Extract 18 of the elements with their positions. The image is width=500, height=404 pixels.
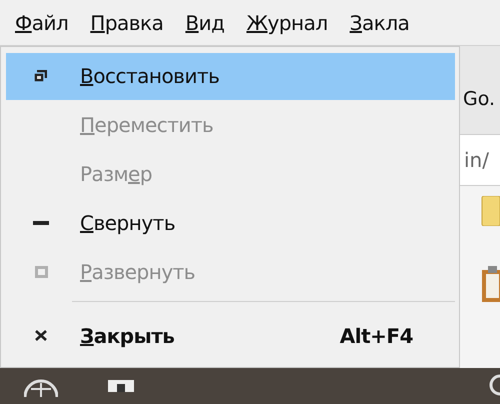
shortcut-text: Alt+F4	[340, 324, 413, 348]
menu-item[interactable]: Вид	[185, 10, 224, 34]
folder-icon	[480, 196, 500, 226]
close-icon	[35, 330, 47, 342]
window-icon[interactable]	[108, 380, 134, 392]
clipboard-icon	[480, 266, 500, 302]
menu-item[interactable]: Свернуть	[6, 200, 455, 246]
go-button[interactable]: Go.	[460, 88, 500, 134]
menu-item[interactable]: Закла	[350, 10, 410, 34]
menu-item[interactable]: Восстановить	[6, 53, 455, 100]
minimize-icon	[33, 220, 49, 225]
address-field[interactable]: in/	[460, 134, 500, 186]
menu-item[interactable]: Закрыть Alt+F4	[6, 312, 455, 360]
maximize-icon	[34, 266, 48, 278]
menu-item[interactable]: Журнал	[246, 10, 328, 34]
menu-item[interactable]: Правка	[90, 10, 164, 34]
restore-icon	[34, 70, 48, 82]
menu-item[interactable]: Файл	[15, 10, 68, 34]
